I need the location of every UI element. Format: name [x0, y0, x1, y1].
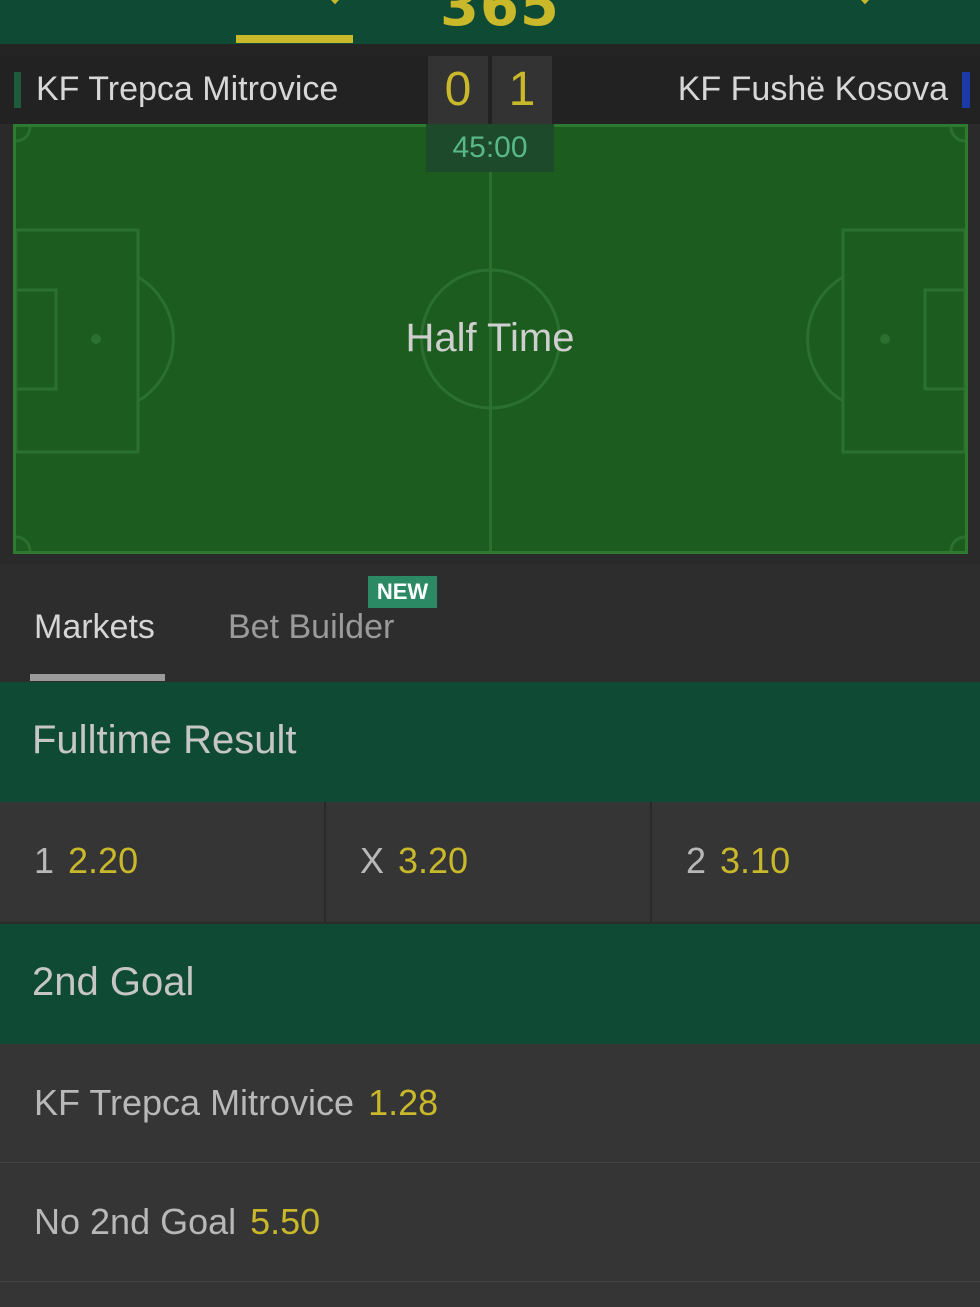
selection-price: 1.28	[368, 1082, 439, 1123]
selection-draw[interactable]: X 3.20	[326, 802, 651, 922]
tab-bet-builder[interactable]: Bet Builder	[228, 608, 394, 647]
market-tabs: NEW Markets Bet Builder	[0, 564, 980, 682]
away-team-name: KF Fushë Kosova	[677, 70, 948, 108]
away-score: 1	[492, 56, 552, 124]
match-clock: 45:00	[426, 124, 554, 172]
active-tab-underline	[30, 674, 165, 681]
next-selection-row[interactable]	[0, 1281, 980, 1307]
selection-trepca-mitrovice[interactable]: KF Trepca Mitrovice 1.28	[0, 1044, 980, 1162]
fulltime-result-odds: 1 2.20 X 3.20 2 3.10	[0, 802, 980, 922]
selection-price: 3.20	[398, 840, 469, 881]
selection-price: 5.50	[250, 1201, 321, 1242]
selection-price: 2.20	[68, 840, 139, 881]
nav-active-indicator	[236, 35, 353, 43]
match-status: Half Time	[405, 316, 575, 360]
home-team-color-marker	[14, 72, 21, 108]
selection-home[interactable]: 1 2.20	[0, 802, 325, 922]
brand-logo[interactable]: 365	[440, 0, 560, 39]
market-title: Fulltime Result	[32, 718, 297, 762]
market-header-2nd-goal[interactable]: 2nd Goal	[0, 924, 980, 1044]
selection-label: KF Trepca Mitrovice	[34, 1082, 355, 1123]
tab-markets[interactable]: Markets	[34, 608, 155, 647]
market-title: 2nd Goal	[32, 960, 195, 1004]
selection-label: No 2nd Goal	[34, 1201, 237, 1242]
selection-label: 2	[686, 840, 707, 881]
nav-indicator-icon	[857, 0, 873, 5]
home-score: 0	[428, 56, 488, 124]
away-team-color-marker	[962, 72, 970, 108]
nav-indicator-icon	[327, 0, 343, 5]
top-nav-bar: 365	[0, 0, 980, 44]
header-divider	[0, 44, 980, 56]
selection-away[interactable]: 2 3.10	[652, 802, 980, 922]
selection-label: X	[360, 840, 385, 881]
new-badge: NEW	[368, 576, 437, 608]
selection-label: 1	[34, 840, 55, 881]
selection-price: 3.10	[720, 840, 791, 881]
selection-no-2nd-goal[interactable]: No 2nd Goal 5.50	[0, 1163, 980, 1281]
market-header-fulltime-result[interactable]: Fulltime Result	[0, 682, 980, 802]
home-team-name: KF Trepca Mitrovice	[36, 70, 339, 108]
scoreboard: KF Trepca Mitrovice 0 1 KF Fushë Kosova	[0, 56, 980, 124]
